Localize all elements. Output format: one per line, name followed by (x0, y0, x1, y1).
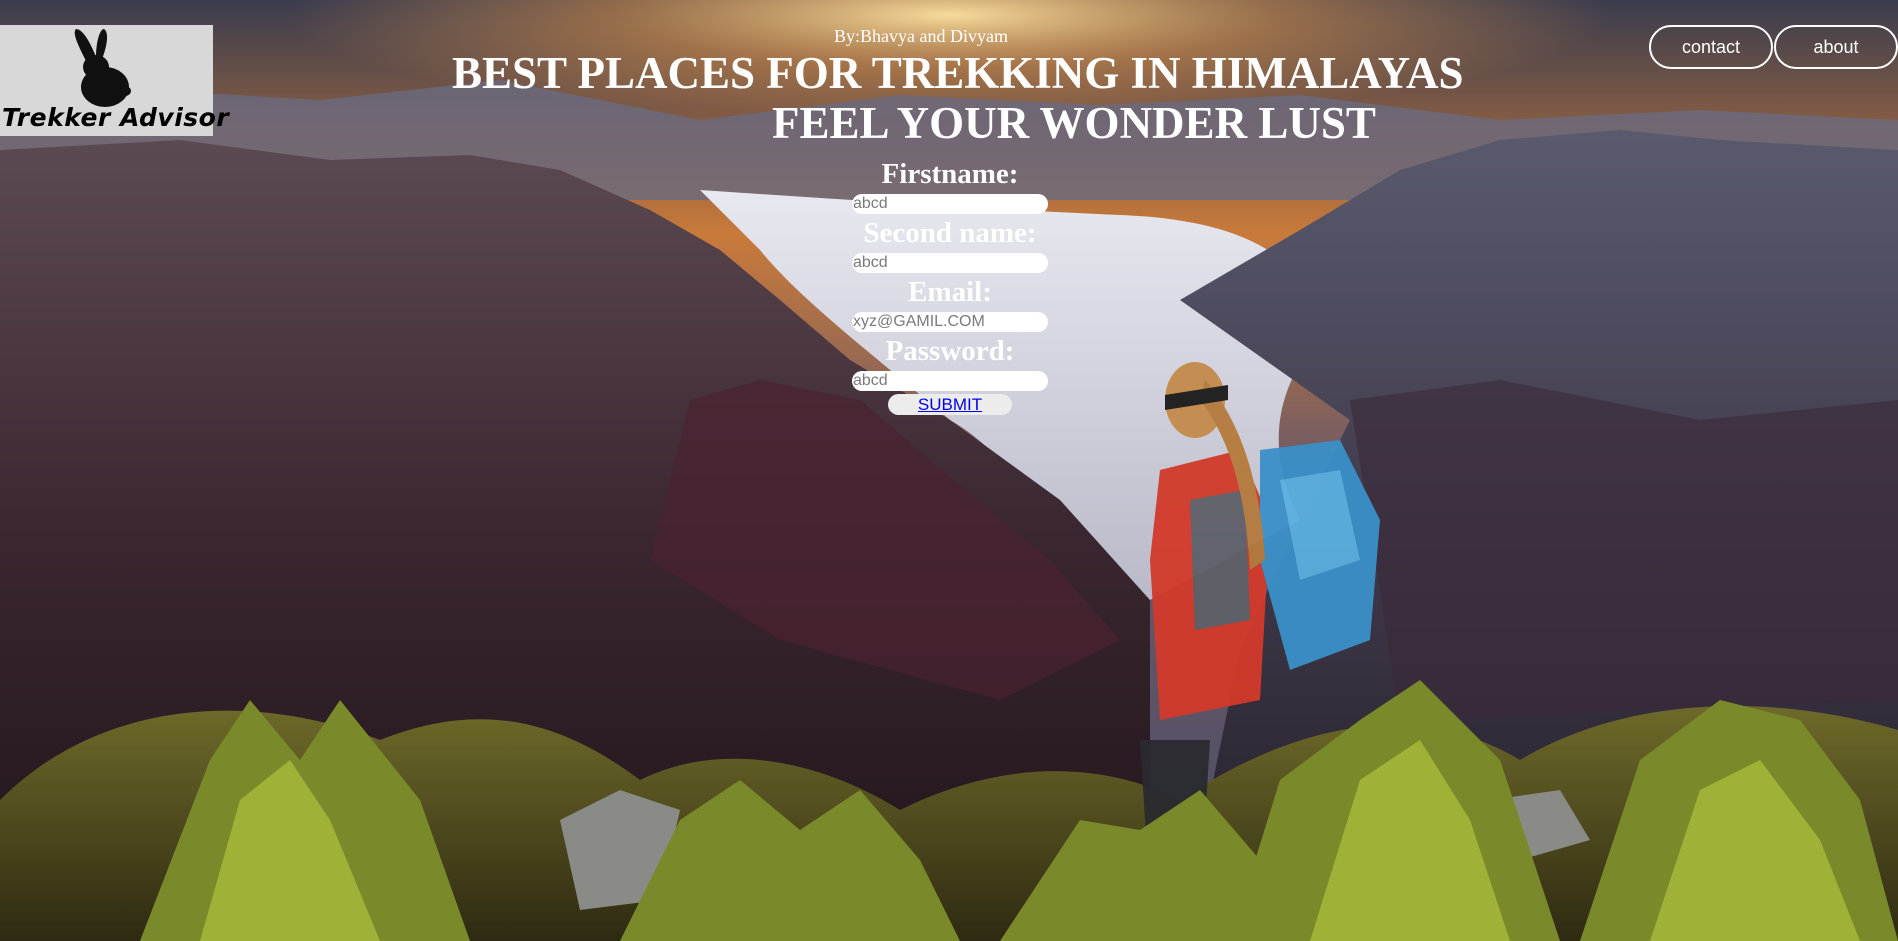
secondname-label: Second name: (863, 217, 1037, 249)
email-input[interactable] (852, 312, 1048, 332)
secondname-input[interactable] (852, 253, 1048, 273)
about-button[interactable]: about (1774, 25, 1898, 69)
submit-button[interactable]: SUBMIT (888, 394, 1012, 415)
page-subtitle: FEEL YOUR WONDER LUST (772, 98, 1376, 148)
firstname-input[interactable] (852, 194, 1048, 214)
contact-button[interactable]: contact (1649, 25, 1773, 69)
logo[interactable]: Trekker Advisor (0, 25, 230, 136)
firstname-label: Firstname: (881, 158, 1019, 190)
logo-text: Trekker Advisor (2, 103, 230, 132)
password-input[interactable] (852, 371, 1048, 391)
page-title: BEST PLACES FOR TREKKING IN HIMALAYAS (452, 48, 1464, 98)
password-label: Password: (885, 335, 1015, 367)
author-byline: By:Bhavya and Divyam (834, 26, 1008, 46)
email-label: Email: (908, 276, 992, 308)
